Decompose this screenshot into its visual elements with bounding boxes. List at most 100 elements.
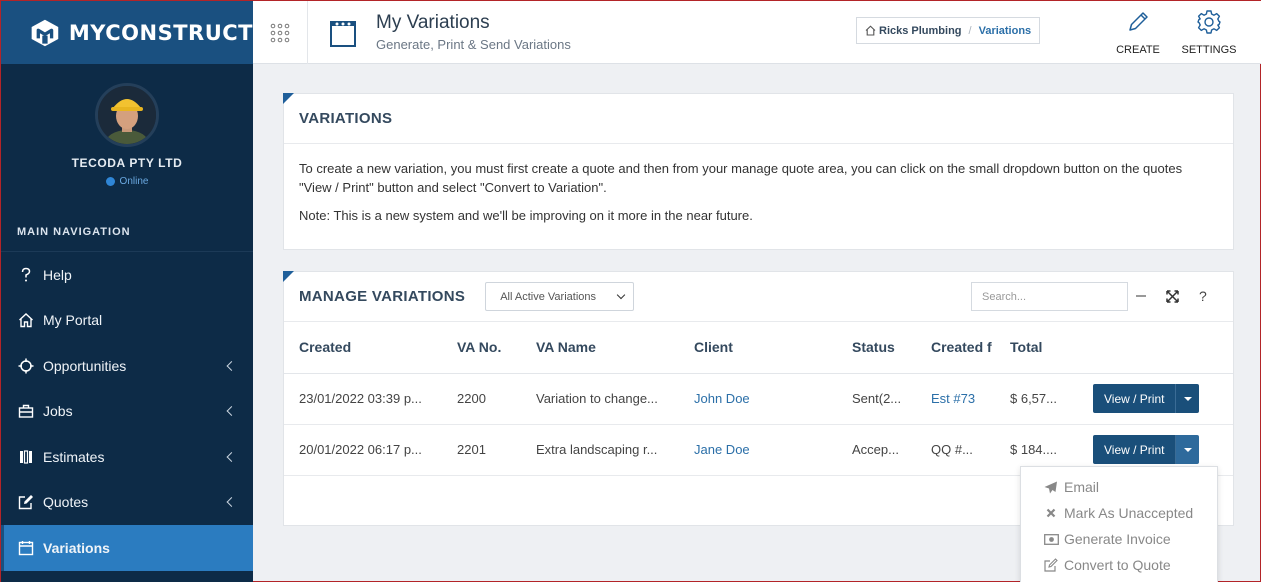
money-icon <box>1043 533 1059 545</box>
online-status: Online <box>1 176 253 187</box>
sidebar-item-label: Quotes <box>43 494 89 511</box>
send-icon <box>1043 481 1059 494</box>
expand-button[interactable] <box>1163 286 1181 306</box>
nav-header: MAIN NAVIGATION <box>1 212 253 252</box>
top-bar: My Variations Generate, Print & Send Var… <box>253 1 1261 64</box>
table-row: 23/01/2022 03:39 p... 2200 Variation to … <box>284 373 1233 425</box>
notepad-icon <box>330 21 356 47</box>
sidebar: MYCONSTRUCT TECODA PTY LTD Online MAIN N… <box>1 1 253 582</box>
sidebar-item-jobs[interactable]: Jobs <box>1 389 253 435</box>
sidebar-item-quotes[interactable]: Quotes <box>1 480 253 526</box>
pencil-icon <box>1129 12 1148 31</box>
chevron-left-icon <box>226 497 237 508</box>
cell-status: Sent(2... <box>837 373 916 425</box>
column-header-created[interactable]: Created <box>284 322 442 374</box>
edit-icon <box>17 493 35 511</box>
panel-body: To create a new variation, you must firs… <box>284 144 1233 240</box>
toolbox-icon <box>17 402 35 420</box>
caret-down-icon <box>1183 396 1192 401</box>
actions-dropdown-menu: Email Mark As Unaccepted Generate Invoic… <box>1020 466 1218 582</box>
sidebar-item-my-portal[interactable]: My Portal <box>1 298 253 344</box>
cell-total: $ 6,57... <box>995 373 1085 425</box>
home-icon <box>865 25 876 36</box>
panel-title: MANAGE VARIATIONS <box>299 288 466 305</box>
menu-item-mark-as-unaccepted[interactable]: Mark As Unaccepted <box>1021 500 1217 526</box>
caret-down-icon <box>1183 447 1192 452</box>
page-title: My Variations <box>376 12 490 33</box>
status-dot-icon <box>105 177 115 186</box>
sidebar-item-opportunities[interactable]: Opportunities <box>1 343 253 389</box>
column-header-client[interactable]: Client <box>679 322 837 374</box>
status-label: Online <box>119 176 149 187</box>
view-print-button-group: View / Print <box>1093 384 1200 413</box>
expand-icon <box>1165 289 1179 303</box>
crosshair-icon <box>17 357 35 375</box>
question-icon <box>17 266 35 284</box>
menu-item-generate-invoice[interactable]: Generate Invoice <box>1021 526 1217 552</box>
question-icon: ? <box>1198 288 1208 304</box>
view-print-dropdown-toggle[interactable] <box>1175 384 1200 413</box>
logo-bar[interactable]: MYCONSTRUCT <box>1 1 253 64</box>
info-note: Note: This is a new system and we'll be … <box>299 208 753 223</box>
sidebar-item-label: Opportunities <box>43 357 127 374</box>
page-subtitle: Generate, Print & Send Variations <box>376 37 571 52</box>
menu-item-email[interactable]: Email <box>1021 474 1217 500</box>
manage-panel-header: MANAGE VARIATIONS All Active Variations … <box>284 272 1233 322</box>
help-button[interactable]: ? <box>1194 286 1212 306</box>
settings-button[interactable]: SETTINGS <box>1179 9 1239 56</box>
estimates-icon <box>17 448 35 466</box>
variation-filter-select[interactable]: All Active Variations <box>485 282 635 311</box>
breadcrumb-item-variations[interactable]: Variations <box>979 25 1032 37</box>
minus-icon <box>1136 295 1146 297</box>
cell-client-link[interactable]: Jane Doe <box>679 424 837 476</box>
sidebar-item-variations[interactable]: Variations <box>1 525 253 571</box>
avatar[interactable] <box>95 83 159 147</box>
gear-icon <box>1197 10 1221 34</box>
avatar-image <box>98 86 156 144</box>
cell-va-no: 2200 <box>442 373 521 425</box>
sidebar-item-label: Help <box>43 266 72 283</box>
settings-label: SETTINGS <box>1181 44 1237 56</box>
cell-client-link[interactable]: John Doe <box>679 373 837 425</box>
user-profile: TECODA PTY LTD Online <box>1 64 253 212</box>
sidebar-item-label: Estimates <box>43 448 105 465</box>
variations-table: Created VA No. VA Name Client Status Cre… <box>284 322 1233 476</box>
sidebar-item-label: My Portal <box>43 312 103 329</box>
minimize-button[interactable] <box>1132 286 1150 306</box>
column-header-status[interactable]: Status <box>837 322 916 374</box>
breadcrumb-item-ricks-plumbing[interactable]: Ricks Plumbing <box>879 25 962 37</box>
menu-item-convert-to-quote[interactable]: Convert to Quote <box>1021 552 1217 578</box>
sidebar-item-label: Variations <box>43 539 110 556</box>
brand-logo-icon <box>31 19 59 46</box>
cell-status: Accep... <box>837 424 916 476</box>
company-name: TECODA PTY LTD <box>71 156 183 170</box>
sidebar-item-help[interactable]: Help <box>1 252 253 298</box>
brand-name: MYCONSTRUCT <box>68 20 253 45</box>
apps-grid-button[interactable] <box>253 1 308 64</box>
home-icon <box>17 311 35 329</box>
cell-created: 23/01/2022 03:39 p... <box>284 373 442 425</box>
create-label: CREATE <box>1116 44 1160 56</box>
view-print-button[interactable]: View / Print <box>1093 384 1176 413</box>
menu-item-label: Mark As Unaccepted <box>1064 505 1194 521</box>
view-print-button[interactable]: View / Print <box>1093 435 1176 464</box>
breadcrumb-separator: / <box>968 24 972 37</box>
column-header-created-from[interactable]: Created f <box>916 322 995 374</box>
cell-created-from-link[interactable]: Est #73 <box>916 373 995 425</box>
sidebar-item-label: Jobs <box>43 403 73 420</box>
search-input[interactable]: Search... <box>971 282 1128 311</box>
menu-item-label: Generate Invoice <box>1064 531 1171 547</box>
sidebar-item-estimates[interactable]: Estimates <box>1 434 253 480</box>
edit-icon <box>1043 558 1059 572</box>
calendar-icon <box>17 539 35 557</box>
cell-created: 20/01/2022 06:17 p... <box>284 424 442 476</box>
chevron-left-icon <box>226 451 237 462</box>
view-print-button-group: View / Print <box>1093 435 1200 464</box>
create-button[interactable]: CREATE <box>1108 9 1168 56</box>
cell-actions: View / Print <box>1085 373 1233 425</box>
column-header-va-no[interactable]: VA No. <box>442 322 521 374</box>
view-print-dropdown-toggle[interactable] <box>1175 435 1200 464</box>
column-header-total[interactable]: Total <box>995 322 1085 374</box>
menu-item-label: Convert to Quote <box>1064 557 1171 573</box>
column-header-va-name[interactable]: VA Name <box>521 322 679 374</box>
